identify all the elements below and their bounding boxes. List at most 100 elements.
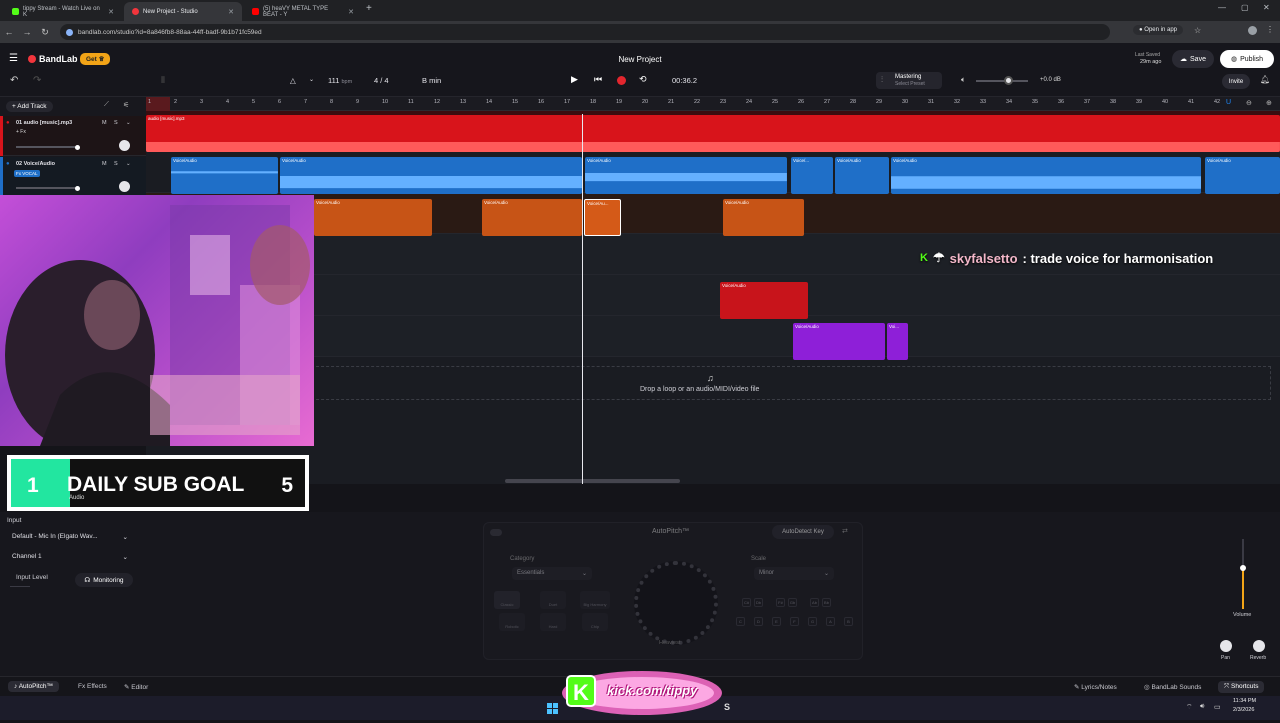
clip-orange[interactable]: Voice/Audio <box>723 199 804 236</box>
preset-duet[interactable]: Duet <box>540 591 566 609</box>
clip-voice[interactable]: Voice/... <box>791 157 833 194</box>
pan-knob[interactable] <box>119 140 130 151</box>
url-field[interactable]: bandlab.com/studio?id=8a846fb8-88aa-44ff… <box>60 24 1110 40</box>
solo-button[interactable]: S <box>114 161 118 167</box>
autopitch-toggle[interactable] <box>490 529 502 536</box>
app-icon[interactable]: S <box>724 702 730 712</box>
key-selector[interactable]: B min <box>422 76 441 85</box>
clip-voice[interactable]: Voice/Audio <box>1205 157 1280 194</box>
zoom-out-icon[interactable]: ⊖ <box>1246 99 1252 107</box>
chevron-down-icon[interactable]: ⌄ <box>126 120 131 126</box>
reload-icon[interactable]: ↻ <box>36 27 54 38</box>
preset-hard[interactable]: Hard <box>540 613 566 631</box>
chevron-down-icon[interactable]: ⌄ <box>309 76 314 83</box>
maximize-icon[interactable]: ▢ <box>1241 3 1249 12</box>
key-button[interactable]: D <box>754 617 763 626</box>
track-name[interactable]: 02 Voice/Audio <box>16 161 55 167</box>
autodetect-key-button[interactable]: AutoDetect Key <box>772 525 834 539</box>
clip-voice[interactable]: Voice/Audio <box>280 157 582 194</box>
close-icon[interactable]: ✕ <box>228 8 234 16</box>
clip-music[interactable]: audio [music].mp3 <box>146 115 1280 152</box>
browser-menu-icon[interactable]: ⋮ <box>1266 25 1274 34</box>
settings-sliders-icon[interactable]: ⇄ <box>842 527 848 535</box>
monitoring-button[interactable]: ☊ Monitoring <box>75 573 133 587</box>
horizontal-scrollbar[interactable] <box>505 479 680 483</box>
fx-vocal-badge[interactable]: Fx VOCAL <box>14 170 40 177</box>
new-tab-icon[interactable]: + <box>366 3 372 14</box>
preset-robotic[interactable]: Robotic <box>499 613 525 631</box>
clip-voice[interactable]: Voice/Audio <box>835 157 889 194</box>
mixer-icon[interactable]: ⦀ <box>161 75 165 86</box>
tab-youtube[interactable]: (5) heaVY METAL TYPE BEAT - Y ✕ <box>244 2 362 21</box>
volume-fader[interactable] <box>1240 539 1246 609</box>
zoom-in-icon[interactable]: ⊕ <box>1266 99 1272 107</box>
track-name[interactable]: 01 audio [music].mp3 <box>16 120 72 126</box>
close-icon[interactable]: ✕ <box>108 8 114 16</box>
tab-bandlab-sounds[interactable]: ◎ BandLab Sounds <box>1138 681 1207 693</box>
key-button[interactable]: G <box>808 617 817 626</box>
battery-icon[interactable]: ▭ <box>1214 703 1221 711</box>
clip-voice[interactable]: Voice/Audio <box>585 157 787 194</box>
redo-icon[interactable]: ↷ <box>33 75 41 86</box>
key-button[interactable]: F <box>790 617 799 626</box>
arrangement-area[interactable]: audio [music].mp3 Voice/Audio Voice/Audi… <box>146 111 1280 484</box>
save-button[interactable]: ☁ Save <box>1172 50 1214 68</box>
key-button[interactable]: Ab <box>810 598 819 607</box>
key-button[interactable]: Gb <box>788 598 797 607</box>
key-button[interactable]: C# <box>742 598 751 607</box>
volume-icon[interactable]: 🔊︎ <box>1200 703 1204 711</box>
snap-icon[interactable]: U <box>1226 99 1231 106</box>
preset-classic[interactable]: Classic <box>494 591 520 609</box>
clip-voice[interactable]: Voice/Audio <box>891 157 1201 194</box>
input-device-select[interactable]: Default - Mic In (Elgato Wav... ⌄ <box>12 533 128 541</box>
network-icon[interactable]: ⌔ <box>1186 703 1193 712</box>
window-close-icon[interactable]: ✕ <box>1263 3 1270 12</box>
tempo-field[interactable]: 111 bpm <box>328 76 352 85</box>
metronome-icon[interactable]: △ <box>290 76 296 85</box>
play-button[interactable]: ▶ <box>571 74 578 85</box>
bandlab-logo[interactable]: BandLab <box>28 54 78 64</box>
tab-effects[interactable]: Fx Effects <box>72 681 113 692</box>
clip-red[interactable]: Voice/Audio <box>720 282 808 319</box>
key-button[interactable]: Bb <box>822 598 831 607</box>
key-button[interactable]: A <box>826 617 835 626</box>
tab-kick-stream[interactable]: tippy Stream - Watch Live on K ✕ <box>4 2 122 21</box>
key-button[interactable]: C <box>736 617 745 626</box>
reverb-knob[interactable] <box>1253 640 1265 652</box>
channel-select[interactable]: Channel 1 ⌄ <box>12 553 128 561</box>
tab-lyrics-notes[interactable]: ✎ Lyrics/Notes <box>1068 681 1123 693</box>
bookmark-star-icon[interactable]: ☆ <box>1194 26 1201 35</box>
master-volume-slider[interactable] <box>976 76 1028 85</box>
key-button[interactable]: E <box>772 617 781 626</box>
close-icon[interactable]: ✕ <box>348 8 354 16</box>
fx-button[interactable]: + Fx <box>16 129 26 135</box>
clip-purple[interactable]: Voi... <box>887 323 908 360</box>
track-header-music[interactable]: ● 01 audio [music].mp3 + Fx M S ⌄ <box>0 116 146 156</box>
scale-select[interactable]: Minor ⌄ <box>754 567 834 580</box>
loop-button[interactable]: ⟲ <box>639 74 647 85</box>
pitch-strength-knob[interactable] <box>634 561 718 645</box>
notifications-icon[interactable]: 🔔︎ <box>1260 75 1270 84</box>
clip-purple[interactable]: Voice/Audio <box>793 323 885 360</box>
track-header-voice[interactable]: ● 02 Voice/Audio Fx VOCAL M S ⌄ <box>0 157 146 197</box>
clip-voice[interactable]: Voice/Audio <box>171 157 278 194</box>
clip-orange-selected[interactable]: Voice/Au... <box>584 199 621 236</box>
profile-avatar[interactable] <box>1248 26 1257 35</box>
get-membership-button[interactable]: Get ♕ <box>80 53 111 65</box>
timeline-ruler[interactable]: 1 2 3 4 5 6 7 8 9 10 11 12 13 14 15 16 17 18 19 20 21 22 23 24 2… <box>146 97 1280 111</box>
track-settings-icon[interactable]: ⚟ <box>123 101 129 109</box>
minimize-icon[interactable]: — <box>1218 3 1226 12</box>
back-icon[interactable]: ← <box>0 27 18 37</box>
record-button[interactable] <box>617 76 626 85</box>
open-in-app-button[interactable]: ● Open in app <box>1133 25 1183 35</box>
hamburger-menu-icon[interactable]: ☰ <box>9 53 18 64</box>
preset-chip[interactable]: Chip <box>582 613 608 631</box>
tab-autopitch[interactable]: ♪ AutoPitch™ <box>8 681 60 692</box>
mute-button[interactable]: M <box>102 120 107 126</box>
skip-to-start-button[interactable]: ⏮ <box>594 74 602 85</box>
track-volume-slider[interactable] <box>16 185 80 191</box>
tab-bandlab-studio[interactable]: New Project - Studio ✕ <box>124 2 242 21</box>
preset-big-harmony[interactable]: Big Harmony <box>580 591 610 609</box>
solo-button[interactable]: S <box>114 120 118 126</box>
key-button[interactable]: F# <box>776 598 785 607</box>
